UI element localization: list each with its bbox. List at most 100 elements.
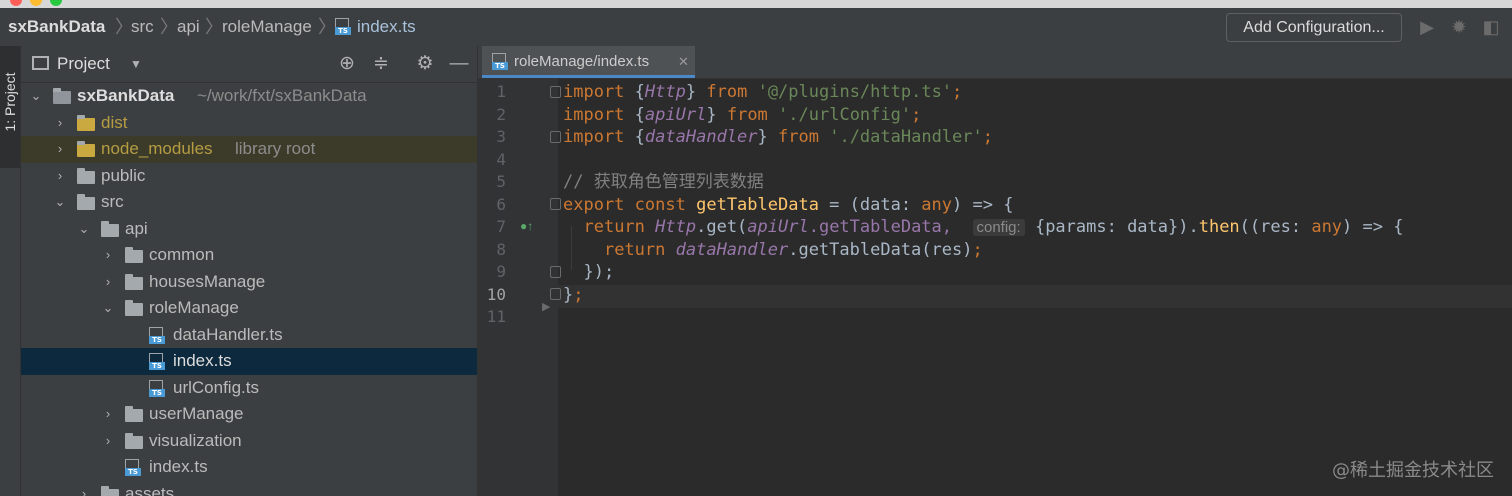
folder-icon [125,406,143,422]
tree-node-label: public [101,165,146,185]
tree-node-urlconfig-ts[interactable]: TS urlConfig.ts [21,375,477,402]
chevron-down-icon[interactable]: ⌄ [101,295,115,322]
typescript-file-icon: TS [125,459,141,476]
collapse-all-icon[interactable]: ≑ [370,53,392,75]
chevron-right-icon[interactable]: › [101,269,115,296]
folder-icon [77,141,95,157]
chevron-down-icon[interactable]: ▼ [130,46,142,82]
typescript-file-icon: TS [149,326,165,344]
tree-node-usermanage[interactable]: › userManage [21,401,477,428]
semicolon: ; [972,239,983,260]
zoom-window-icon[interactable] [50,0,62,6]
breadcrumb-rolemanage[interactable]: roleManage [222,8,312,46]
tree-node-visualization[interactable]: › visualization [21,428,477,455]
run-icon[interactable]: ▶ [1416,16,1438,38]
close-window-icon[interactable] [10,0,22,6]
tree-node-public[interactable]: › public [21,163,477,190]
type-any: any [1311,217,1343,237]
identifier-apiurl: apiUrl [747,217,809,237]
code-line-7[interactable]: return Http.get(apiUrl.getTableData, con… [563,216,1403,239]
brace: } [706,104,717,125]
chevron-down-icon[interactable]: ⌄ [77,216,91,243]
chevron-right-icon[interactable]: › [53,110,67,137]
line-number: 5 [496,172,506,191]
tree-node-api[interactable]: ⌄ api [21,216,477,243]
code-line-8[interactable]: return dataHandler.getTableData(res); [563,239,983,262]
minimize-window-icon[interactable] [30,0,42,6]
breadcrumb-separator: 〉 [205,17,223,37]
code-line-9[interactable]: }); [563,261,614,284]
code-line-2[interactable]: import {apiUrl} from './urlConfig'; [563,104,921,127]
tree-node-node-modules[interactable]: › node_modules library root [21,136,477,163]
chevron-right-icon[interactable]: › [53,136,67,163]
brace: { [634,104,645,125]
folder-icon [125,273,143,290]
tree-node-datahandler-ts[interactable]: TS dataHandler.ts [21,322,477,349]
semicolon: ; [573,284,584,305]
tree-node-dist[interactable]: › dist [21,110,477,137]
code-text: .getTableData(res) [788,239,973,260]
tree-node-rolemanage[interactable]: ⌄ roleManage [21,295,477,322]
code-line-6[interactable]: export const getTableData = (data: any) … [563,194,1013,217]
tree-node-label: roleManage [149,298,239,317]
breadcrumb-separator: 〉 [318,17,336,37]
project-view-selector[interactable]: Project [57,46,110,82]
tree-node-index-ts-selected[interactable]: TS index.ts [21,348,477,375]
line-number: 11 [486,307,506,326]
navigation-bar: sxBankData 〉 src 〉 api 〉 roleManage 〉 TS… [0,8,1512,47]
code-line-1[interactable]: import {Http} from '@/plugins/http.ts'; [563,81,962,104]
fold-marker-icon[interactable] [550,86,561,98]
locate-file-icon[interactable]: ⊕ [336,53,358,75]
debug-icon[interactable]: ✹ [1448,16,1470,38]
breadcrumb-project[interactable]: sxBankData [8,8,105,46]
chevron-down-icon[interactable]: ⌄ [29,83,43,110]
tree-node-assets[interactable]: › assets [21,481,477,496]
tree-node-project-root[interactable]: ⌄ sxBankData ~/work/fxt/sxBankData [21,83,477,110]
breadcrumb-src[interactable]: src [131,8,154,46]
current-line-highlight [558,285,1512,308]
fold-marker-icon[interactable] [550,288,561,300]
implements-gutter-icon[interactable]: ●↑ [520,219,533,233]
tree-node-api-index-ts[interactable]: TS index.ts [21,454,477,481]
keyword-import: import [563,127,625,147]
close-icon[interactable]: ✕ [678,46,689,78]
code-text: .get( [696,217,748,237]
breadcrumb-api[interactable]: api [177,8,200,46]
fold-marker-icon[interactable] [550,266,561,278]
identifier-apiurl: apiUrl [644,104,707,125]
tree-node-common[interactable]: › common [21,242,477,269]
keyword-return: return [583,217,645,237]
keyword-from: from [726,104,768,125]
hide-panel-icon[interactable]: — [448,53,470,75]
folder-icon [125,432,143,449]
fold-marker-icon[interactable] [550,198,561,210]
folder-icon [101,485,119,496]
tree-node-src[interactable]: ⌄ src [21,189,477,216]
project-tool-tab[interactable]: 1: Project [0,46,20,168]
project-tool-tab-label: 1: Project [2,72,18,132]
code-line-10[interactable]: }; [563,284,584,307]
identifier-http: Http [644,82,686,102]
chevron-right-icon[interactable]: › [101,242,115,269]
folder-icon [77,167,95,184]
add-configuration-button[interactable]: Add Configuration... [1226,13,1402,42]
gear-icon[interactable]: ⚙ [414,53,436,75]
breadcrumb-separator: 〉 [160,17,178,37]
code-line-3[interactable]: import {dataHandler} from './dataHandler… [563,126,993,149]
breadcrumb-file[interactable]: index.ts [357,8,416,46]
identifier-http: Http [655,217,697,237]
semicolon: ; [952,82,963,102]
tree-node-housesmanage[interactable]: › housesManage [21,269,477,296]
identifier-datahandler: dataHandler [644,127,758,147]
fold-marker-icon[interactable] [550,131,561,143]
chevron-right-icon[interactable]: › [101,401,115,428]
editor-tab-index-ts[interactable]: TS roleManage/index.ts ✕ [482,46,695,78]
chevron-right-icon[interactable]: › [53,163,67,190]
tree-node-path: ~/work/fxt/sxBankData [197,86,367,105]
code-text: {params: data}). [1034,217,1199,237]
run-with-coverage-icon[interactable]: ◧ [1480,16,1502,38]
chevron-down-icon[interactable]: ⌄ [53,189,67,216]
chevron-right-icon[interactable]: › [77,481,91,496]
code-line-5[interactable]: // 获取角色管理列表数据 [563,171,764,194]
chevron-right-icon[interactable]: › [101,428,115,455]
